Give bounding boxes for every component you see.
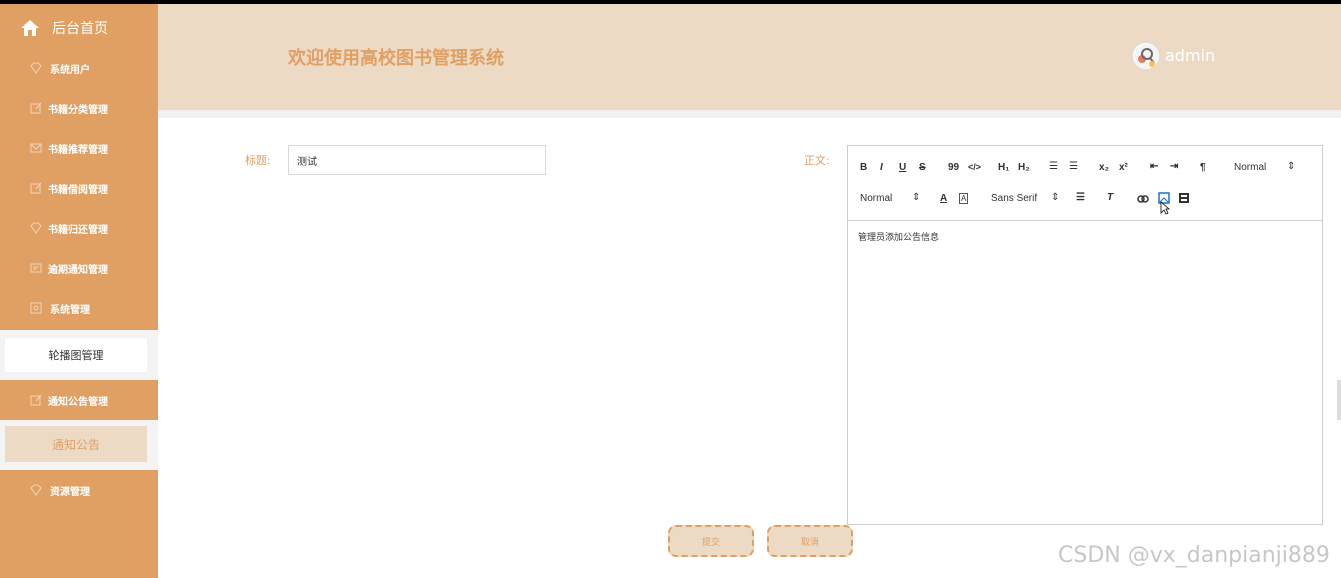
sidebar-item-label: 书籍归还管理: [48, 224, 108, 236]
cancel-button[interactable]: 取消: [767, 525, 853, 557]
header: 欢迎使用高校图书管理系统 admin: [158, 4, 1341, 110]
sidebar: 后台首页 系统用户 书籍分类管理 书籍推荐管理 书籍借阅管理 书籍归还管理 逾期…: [0, 4, 158, 578]
home-icon: [21, 20, 39, 36]
diamond-icon: [30, 62, 42, 74]
diamond-icon: [30, 484, 42, 496]
sidebar-item-system[interactable]: 系统管理: [0, 288, 158, 328]
bullet-list-button[interactable]: ☰: [1069, 161, 1078, 172]
subscript-button[interactable]: x₂: [1099, 162, 1109, 173]
avatar[interactable]: [1132, 42, 1160, 70]
direction-button[interactable]: ¶: [1200, 162, 1206, 173]
submit-button[interactable]: 提交: [668, 525, 754, 557]
sidebar-item-label: 系统管理: [50, 304, 90, 316]
watermark: CSDN @vx_danpianji889: [1058, 543, 1330, 568]
title-input[interactable]: [288, 145, 546, 175]
sidebar-item-resources[interactable]: 资源管理: [0, 470, 158, 510]
edit-icon: [30, 394, 42, 406]
header1-button[interactable]: H₁: [998, 162, 1009, 173]
underline-button[interactable]: U: [899, 162, 906, 173]
font-color-button[interactable]: A: [940, 193, 947, 204]
link-icon[interactable]: [1137, 193, 1149, 205]
sidebar-item-label: 书籍分类管理: [48, 104, 108, 116]
bold-button[interactable]: B: [860, 162, 867, 173]
sidebar-item-label: 资源管理: [50, 486, 90, 498]
strike-button[interactable]: S: [919, 162, 926, 173]
sidebar-item-label: 通知公告: [51, 437, 100, 452]
ordered-list-button[interactable]: ☰: [1049, 161, 1058, 172]
background-color-button[interactable]: A: [959, 193, 969, 204]
header2-button[interactable]: H₂: [1018, 162, 1030, 173]
sidebar-item-label: 后台首页: [52, 21, 108, 37]
mail-icon: [30, 143, 42, 153]
edit-icon: [30, 182, 42, 194]
sidebar-item-label: 通知公告管理: [48, 396, 108, 408]
editor-content[interactable]: 管理员添加公告信息: [858, 230, 939, 243]
title-label: 标题:: [245, 154, 271, 167]
chevron-updown-icon: ⇕: [1287, 161, 1296, 172]
sidebar-item-book-borrow[interactable]: 书籍借阅管理: [0, 168, 158, 208]
italic-button[interactable]: I: [880, 162, 883, 173]
content-label: 正文:: [804, 154, 830, 167]
diamond-icon: [30, 222, 42, 234]
clean-format-button[interactable]: T: [1107, 192, 1113, 203]
sidebar-item-label: 书籍推荐管理: [48, 144, 108, 156]
edit-icon: [30, 102, 42, 114]
sidebar-item-carousel[interactable]: 轮播图管理: [5, 338, 147, 372]
username[interactable]: admin: [1165, 46, 1215, 65]
divider: [158, 110, 1341, 118]
sidebar-item-book-category[interactable]: 书籍分类管理: [0, 88, 158, 128]
outdent-button[interactable]: ⇤: [1150, 161, 1158, 172]
settings-box-icon: [30, 302, 42, 314]
sidebar-item-notice[interactable]: 通知公告: [5, 426, 147, 462]
size-select[interactable]: Normal: [1234, 162, 1266, 173]
chevron-updown-icon: ⇕: [1051, 192, 1060, 203]
cursor-icon: [1160, 201, 1170, 215]
message-icon: [30, 263, 42, 273]
scrollbar[interactable]: [1337, 380, 1341, 420]
rich-text-editor[interactable]: B I U S 99 </> H₁ H₂ ☰ ☰ x₂ x² ⇤ ⇥ ¶ Nor…: [847, 145, 1323, 525]
sidebar-item-label: 书籍借阅管理: [48, 184, 108, 196]
sidebar-item-book-recommend[interactable]: 书籍推荐管理: [0, 128, 158, 168]
sidebar-item-notice-manage[interactable]: 通知公告管理: [0, 380, 158, 420]
sidebar-item-label: 系统用户: [50, 64, 90, 76]
sidebar-item-book-return[interactable]: 书籍归还管理: [0, 208, 158, 248]
editor-toolbar: B I U S 99 </> H₁ H₂ ☰ ☰ x₂ x² ⇤ ⇥ ¶ Nor…: [848, 146, 1322, 221]
sidebar-item-label: 逾期通知管理: [48, 264, 108, 276]
font-select[interactable]: Sans Serif: [991, 193, 1037, 204]
video-icon[interactable]: [1178, 192, 1190, 204]
chevron-updown-icon: ⇕: [912, 192, 921, 203]
header-select[interactable]: Normal: [860, 193, 892, 204]
sidebar-item-label: 轮播图管理: [48, 349, 104, 362]
blockquote-button[interactable]: 99: [948, 162, 959, 173]
page-title: 欢迎使用高校图书管理系统: [288, 48, 504, 69]
sidebar-item-users[interactable]: 系统用户: [0, 48, 158, 88]
superscript-button[interactable]: x²: [1119, 162, 1128, 173]
indent-button[interactable]: ⇥: [1170, 161, 1178, 172]
align-button[interactable]: ☰: [1076, 192, 1085, 203]
sidebar-item-home[interactable]: 后台首页: [0, 8, 158, 48]
avatar-icon: [1134, 44, 1159, 69]
sidebar-item-overdue[interactable]: 逾期通知管理: [0, 248, 158, 288]
code-block-button[interactable]: </>: [968, 162, 981, 172]
